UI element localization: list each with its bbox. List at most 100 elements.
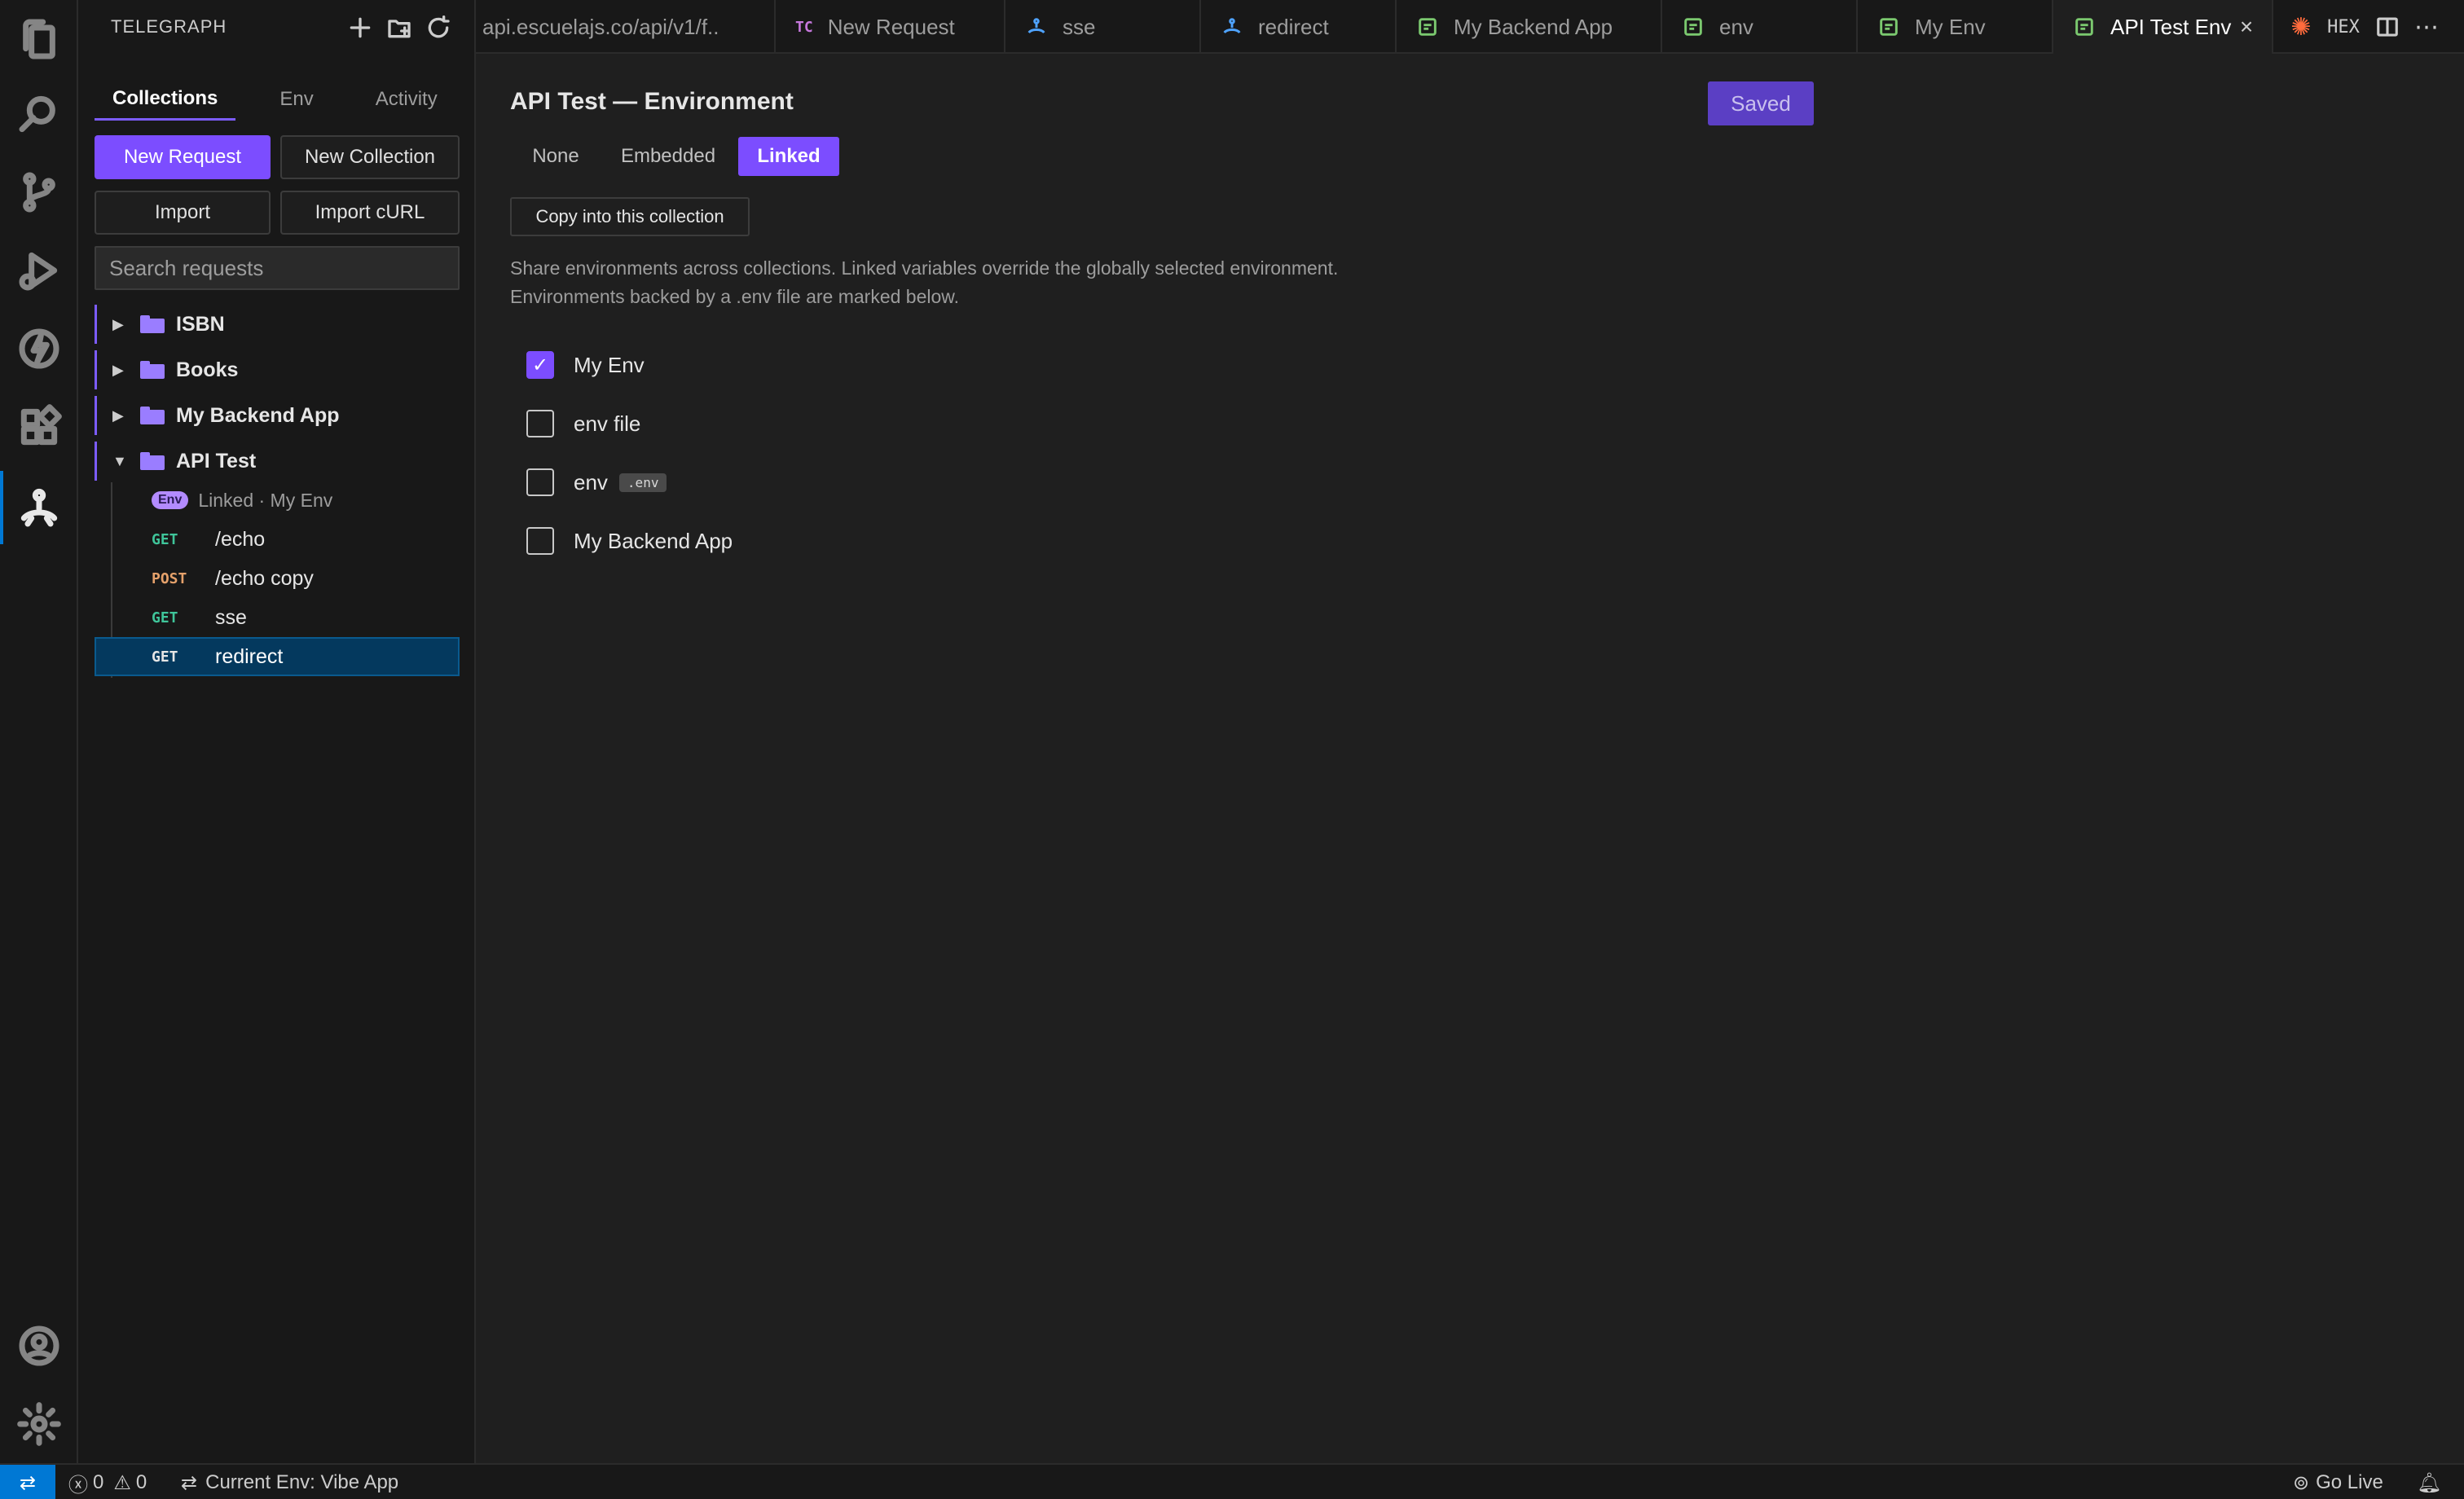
- tab-redirect[interactable]: redirect: [1201, 0, 1397, 54]
- env-option-my-env[interactable]: ✓ My Env: [526, 349, 645, 381]
- chevron-right-icon: ▶: [112, 361, 124, 378]
- copy-into-collection-button[interactable]: Copy into this collection: [510, 197, 750, 236]
- account-icon[interactable]: [0, 1307, 78, 1385]
- tab-label: My Env: [1915, 14, 1986, 39]
- checkbox[interactable]: [526, 468, 554, 496]
- import-button[interactable]: Import: [95, 191, 271, 235]
- tab-env[interactable]: Env: [262, 78, 331, 121]
- telegraph-icon: [1221, 15, 1243, 38]
- tab-api-test-env[interactable]: API Test Env ×: [2053, 0, 2273, 54]
- folder-accent-bar: [95, 350, 97, 389]
- env-file-icon: [1877, 15, 1900, 38]
- search-input[interactable]: Search requests: [95, 246, 460, 290]
- bell-icon[interactable]: 🔔︎: [2417, 1465, 2441, 1499]
- folder-item-books[interactable]: ▶ Books: [95, 350, 460, 389]
- warning-count: 0: [135, 1471, 147, 1493]
- dotenv-tag: .env: [618, 473, 667, 492]
- gear-icon[interactable]: [0, 1385, 78, 1463]
- env-option-env[interactable]: env .env: [526, 466, 667, 499]
- request-item[interactable]: GET sse: [95, 598, 476, 637]
- hex-button[interactable]: HEX: [2322, 11, 2365, 43]
- go-live-label: Go Live: [2316, 1471, 2383, 1493]
- sidebar-tabs: Collections Env Activity: [95, 78, 482, 121]
- source-control-icon[interactable]: [0, 153, 78, 231]
- new-folder-icon[interactable]: [383, 11, 416, 44]
- tab-my-backend-app[interactable]: My Backend App: [1397, 0, 1662, 54]
- split-editor-icon[interactable]: [2371, 11, 2404, 43]
- tab-label: env: [1719, 14, 1753, 39]
- telegraph-icon: [1025, 15, 1048, 38]
- run-debug-icon[interactable]: [0, 231, 78, 310]
- swap-icon: ⇄: [181, 1471, 198, 1494]
- folder-item-isbn[interactable]: ▶ ISBN: [95, 305, 460, 344]
- env-option-label: My Env: [574, 352, 645, 377]
- lightning-icon[interactable]: [0, 310, 78, 388]
- status-bar: ⇄ ⓧ 0 ⚠ 0 ⇄ Current Env: Vibe App ⊚ Go L…: [0, 1463, 2464, 1499]
- more-actions-icon[interactable]: ⋯: [2410, 11, 2443, 43]
- folder-label: My Backend App: [176, 403, 340, 427]
- checkbox-checked[interactable]: ✓: [526, 351, 554, 379]
- request-item[interactable]: GET /echo: [95, 520, 476, 559]
- go-live-button[interactable]: ⊚ Go Live: [2293, 1465, 2383, 1499]
- tab-my-env[interactable]: My Env: [1858, 0, 2053, 54]
- tab-label: api.escuelajs.co/api/v1/f..: [482, 14, 719, 39]
- chevron-right-icon: ▶: [112, 315, 124, 332]
- tab-label: redirect: [1258, 14, 1329, 39]
- env-file-icon: [1416, 15, 1439, 38]
- search-icon[interactable]: [0, 75, 78, 153]
- add-icon[interactable]: [344, 11, 376, 44]
- refresh-icon[interactable]: [422, 11, 455, 44]
- tab-collections[interactable]: Collections: [95, 78, 236, 121]
- tab-new-request[interactable]: TC New Request: [776, 0, 1005, 54]
- env-file-icon: [1682, 15, 1705, 38]
- mode-embedded[interactable]: Embedded: [606, 137, 730, 176]
- import-curl-button[interactable]: Import cURL: [280, 191, 460, 235]
- request-name: /echo copy: [215, 566, 314, 590]
- request-name: /echo: [215, 527, 266, 551]
- sparkle-icon[interactable]: ✺: [2286, 11, 2316, 43]
- tab-url[interactable]: api.escuelajs.co/api/v1/f..: [476, 0, 776, 54]
- folder-icon: [140, 407, 165, 424]
- mode-linked[interactable]: Linked: [738, 137, 839, 176]
- new-collection-button[interactable]: New Collection: [280, 135, 460, 179]
- collection-env-item[interactable]: Env Linked · My Env: [95, 481, 476, 520]
- mode-none[interactable]: None: [521, 137, 590, 176]
- tab-label: My Backend App: [1454, 14, 1613, 39]
- remote-icon[interactable]: ⇄: [0, 1465, 55, 1499]
- folder-icon: [140, 315, 165, 333]
- sidebar: TELEGRAPH Collections Env Activity New R…: [78, 0, 476, 1463]
- close-icon[interactable]: ×: [2233, 13, 2260, 41]
- broadcast-icon: ⊚: [2293, 1471, 2310, 1494]
- new-request-button[interactable]: New Request: [95, 135, 271, 179]
- sidebar-title: TELEGRAPH: [111, 16, 227, 37]
- checkbox[interactable]: [526, 410, 554, 437]
- extensions-icon[interactable]: [0, 388, 78, 466]
- request-name: redirect: [215, 644, 284, 668]
- current-env-label: Current Env: Vibe App: [205, 1471, 399, 1493]
- request-item-selected[interactable]: GET redirect: [95, 637, 460, 676]
- description-line-2: Environments backed by a .env file are m…: [510, 286, 960, 307]
- method-badge: GET: [152, 530, 178, 548]
- current-env-indicator[interactable]: ⇄ Current Env: Vibe App: [181, 1465, 398, 1499]
- tc-icon: TC: [795, 18, 813, 36]
- telegraph-icon[interactable]: [0, 468, 78, 546]
- tab-env[interactable]: env: [1662, 0, 1858, 54]
- env-linked-label: Linked · My Env: [198, 489, 333, 511]
- folder-item-api-test[interactable]: ▼ API Test: [95, 442, 460, 481]
- activity-bar: [0, 0, 78, 1463]
- explorer-icon[interactable]: [0, 0, 78, 78]
- folder-item-my-backend-app[interactable]: ▶ My Backend App: [95, 396, 460, 435]
- chevron-down-icon: ▼: [112, 452, 127, 469]
- saved-button[interactable]: Saved: [1708, 81, 1814, 125]
- request-item[interactable]: POST /echo copy: [95, 559, 476, 598]
- folder-icon: [140, 452, 165, 470]
- tab-label: New Request: [827, 14, 955, 39]
- env-option-my-backend-app[interactable]: My Backend App: [526, 525, 733, 557]
- tab-activity[interactable]: Activity: [358, 78, 455, 121]
- problems-indicator[interactable]: ⓧ 0 ⚠ 0: [68, 1465, 147, 1499]
- env-option-env-file[interactable]: env file: [526, 407, 640, 440]
- tab-sse[interactable]: sse: [1005, 0, 1201, 54]
- folder-accent-bar: [95, 442, 97, 481]
- editor-tab-bar: api.escuelajs.co/api/v1/f.. TC New Reque…: [476, 0, 2464, 54]
- checkbox[interactable]: [526, 527, 554, 555]
